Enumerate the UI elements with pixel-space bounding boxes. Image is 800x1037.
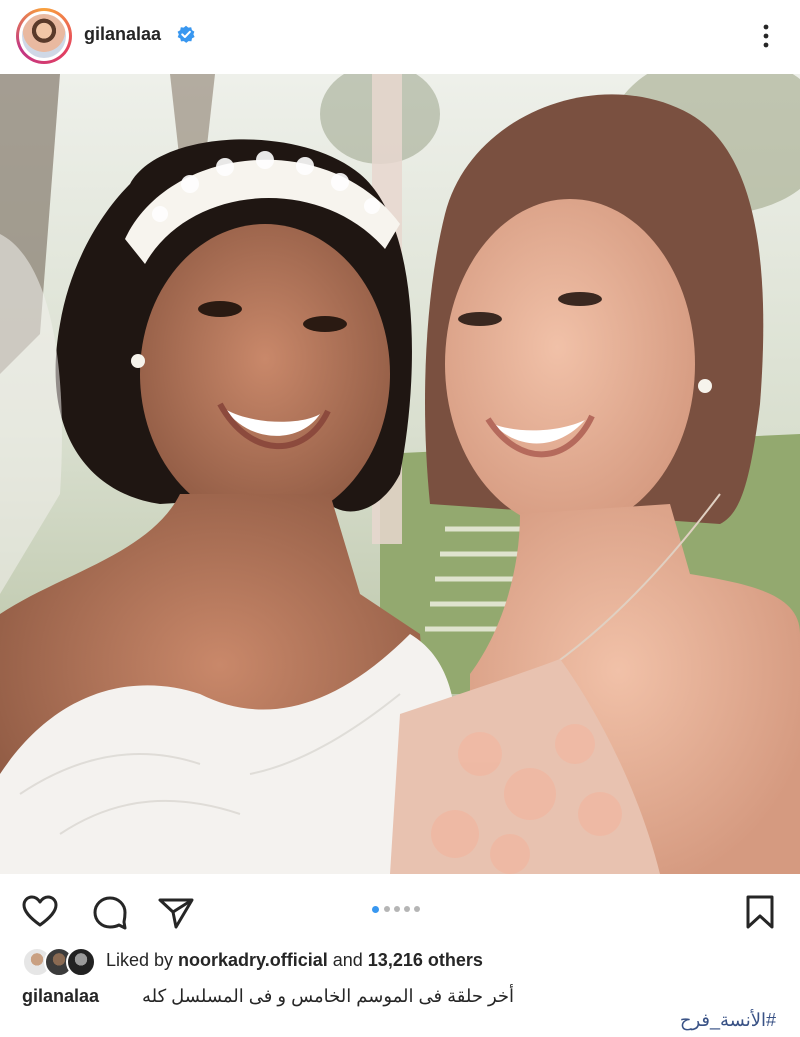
comment-icon[interactable] — [90, 892, 130, 932]
post-username[interactable]: gilanalaa — [84, 24, 161, 45]
bookmark-icon[interactable] — [740, 892, 780, 932]
carousel-dot — [404, 906, 410, 912]
carousel-dot — [372, 905, 379, 913]
carousel-dot — [414, 906, 420, 912]
likes-count[interactable]: 13,216 others — [368, 950, 483, 970]
avatar[interactable] — [22, 14, 66, 58]
post-header: gilanalaa — [0, 0, 800, 74]
send-icon[interactable] — [156, 892, 196, 932]
more-vertical-icon[interactable] — [754, 22, 778, 50]
post-photo[interactable] — [0, 74, 800, 874]
liker-avatar[interactable] — [66, 947, 96, 977]
caption-username[interactable]: gilanalaa — [22, 986, 99, 1007]
likes-text[interactable]: Liked by noorkadry.official and 13,216 o… — [106, 950, 483, 971]
story-ring[interactable] — [16, 8, 72, 64]
carousel-dot — [384, 906, 390, 912]
heart-icon[interactable] — [20, 892, 60, 932]
liker-username[interactable]: noorkadry.official — [178, 950, 328, 970]
action-bar — [0, 874, 800, 944]
caption-text: أخر حلقة فى الموسم الخامس و فى المسلسل ك… — [142, 986, 515, 1006]
caption-hashtag[interactable]: #الأنسة_فرح — [680, 1010, 776, 1031]
likes-row: Liked by noorkadry.official and 13,216 o… — [0, 944, 800, 978]
caption: gilanalaa أخر حلقة فى الموسم الخامس و فى… — [0, 982, 800, 1012]
carousel-indicator — [372, 905, 432, 916]
verified-badge-icon — [177, 25, 195, 43]
carousel-dot — [394, 906, 400, 912]
post-image — [0, 74, 800, 874]
